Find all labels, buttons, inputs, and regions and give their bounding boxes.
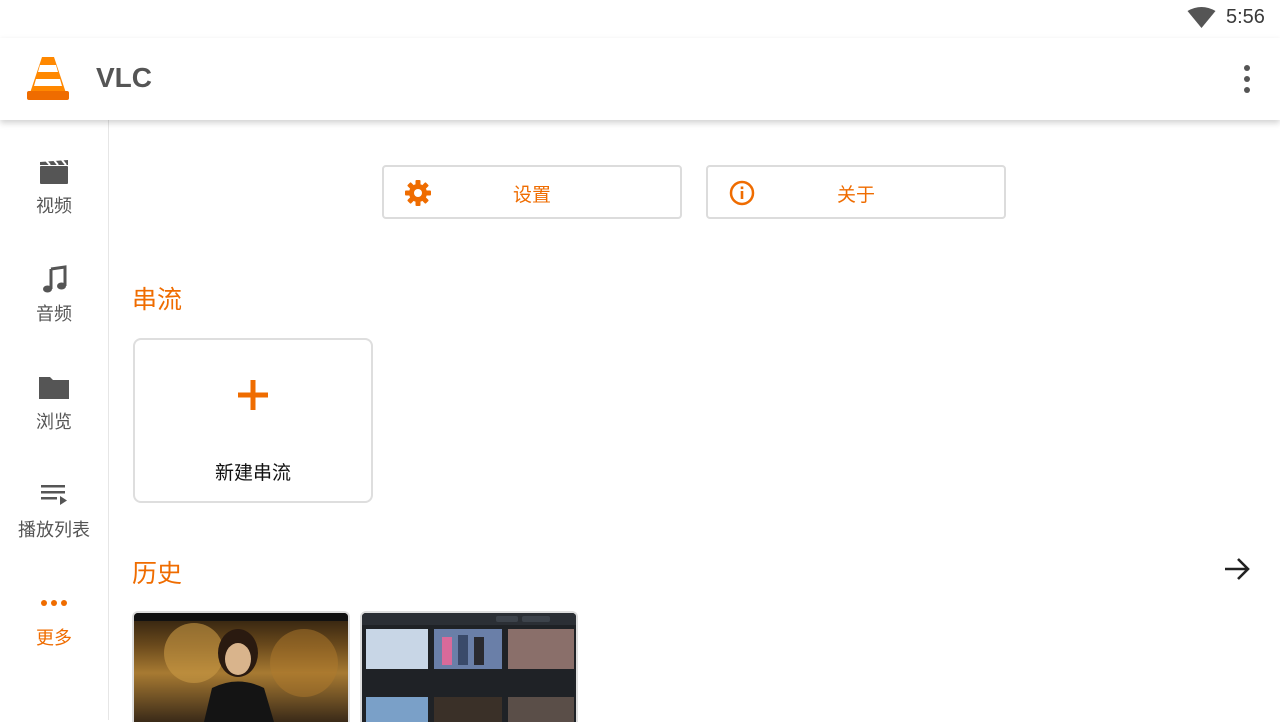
sidebar-item-label: 音频 [36,304,72,325]
app-title: VLC [96,62,152,93]
video-thumbnail [362,613,576,722]
history-item-thumbnail[interactable] [360,611,578,722]
sidebar-nav: 视频 音频 浏览 播放列表 更多 [0,120,109,720]
wifi-icon [1187,7,1216,28]
sidebar-item-browse[interactable]: 浏览 [0,372,108,468]
about-label: 关于 [836,184,875,206]
sidebar-item-label: 浏览 [36,412,72,433]
about-button[interactable]: 关于 [706,165,1006,219]
vlc-logo-icon [27,57,69,100]
sidebar-item-more[interactable]: 更多 [0,588,108,684]
sidebar-item-label: 视频 [36,196,72,217]
more-vert-icon[interactable] [1230,60,1264,98]
arrow-right-icon[interactable] [1222,554,1252,584]
playlist-icon [41,485,67,505]
status-bar: 5:56 [0,0,1280,38]
sidebar-item-playlists[interactable]: 播放列表 [0,480,108,576]
sidebar-item-audio[interactable]: 音频 [0,264,108,360]
sidebar-item-video[interactable]: 视频 [0,156,108,252]
new-stream-card[interactable]: 新建串流 [133,338,373,503]
sidebar-item-label: 播放列表 [18,520,90,541]
history-item-thumbnail[interactable] [132,611,350,722]
new-stream-label: 新建串流 [214,462,291,484]
music-note-icon [43,265,67,293]
sidebar-item-label: 更多 [36,628,72,649]
movie-icon [40,159,68,184]
settings-label: 设置 [512,184,551,206]
streams-section-title: 串流 [132,285,183,314]
history-section-title: 历史 [132,559,183,588]
plus-icon [238,380,268,410]
status-time: 5:56 [1226,6,1265,28]
more-horiz-icon [41,600,67,606]
settings-button[interactable]: 设置 [382,165,682,219]
video-thumbnail [134,613,348,722]
app-bar: VLC [0,38,1280,120]
folder-icon [39,377,69,399]
